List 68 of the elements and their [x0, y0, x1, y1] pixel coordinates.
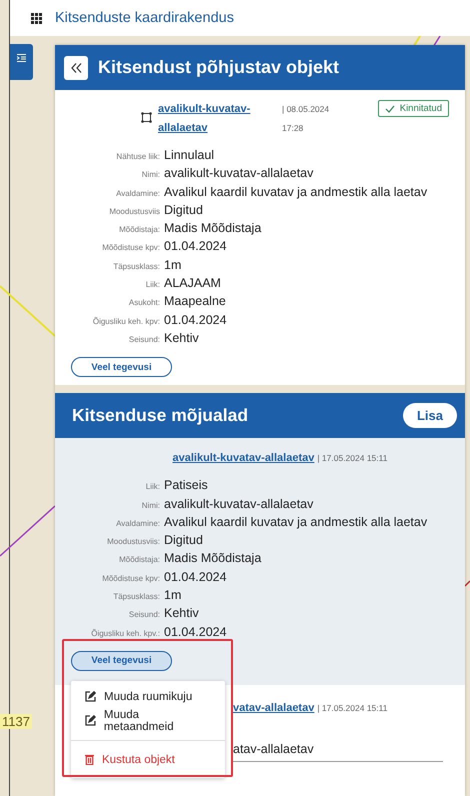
field-label: Seisund:: [128, 334, 160, 344]
more-actions-button[interactable]: Veel tegevusi: [71, 357, 172, 378]
field-label: Mõõdistaja:: [118, 225, 160, 234]
field-label: Nähtuse liik:: [115, 152, 160, 161]
field-label: Täpsusklass:: [112, 592, 160, 602]
field-value: 01.04.2024: [164, 312, 227, 327]
field-value: avalikult-kuvatav-allalaetav: [164, 166, 314, 180]
field-value: Madis Mõõdistaja: [164, 221, 262, 236]
field-value: 1m: [164, 588, 182, 602]
indent-list-icon: [17, 54, 26, 62]
trash-icon: [85, 754, 94, 766]
field-label: Nimi:: [140, 170, 160, 180]
menu-item[interactable]: Muuda metaandmeid: [71, 708, 225, 733]
check-icon: [384, 104, 395, 112]
double-chevron-left-icon: [70, 62, 82, 72]
zone-link[interactable]: vatav-allalaetav: [233, 698, 314, 718]
field-value: Avalikul kaardil kuvatav ja andmestik alla laetav: [164, 514, 428, 529]
field-label: Avaldamine:: [115, 518, 160, 528]
edit-icon: [85, 715, 96, 726]
timestamp: | 08.05.2024 17:28: [282, 103, 330, 135]
more-actions-button[interactable]: Veel tegevusi: [71, 650, 172, 671]
field-value: Madis Mõõdistaja: [164, 551, 262, 566]
field-label: Liik:: [144, 280, 160, 290]
app-title[interactable]: Kitsenduste kaardirakendus: [55, 10, 234, 26]
field-value: ALAJAAM: [164, 276, 221, 290]
field-label: Õigusliku keh. kpv:: [92, 316, 160, 326]
app-grid-icon[interactable]: [31, 12, 42, 24]
field-value: Patiseis: [164, 478, 208, 492]
field-label: Moodustusviis: [108, 206, 160, 216]
field-label: Moodustusviis:: [106, 537, 160, 546]
field-label: Mõõdistuse kpv:: [101, 243, 160, 252]
menu-item[interactable]: Kustuta objekt: [71, 748, 225, 772]
field-value: Maapealne: [164, 294, 226, 308]
field-label: Asukoht:: [128, 298, 160, 308]
status-text: Kinnitatud: [400, 103, 442, 114]
field-value: Digitud: [164, 202, 203, 217]
map-label: 1137: [0, 714, 32, 729]
object-link[interactable]: avalikult-kuvatav-allalaetav: [158, 100, 276, 138]
field-label: Avaldamine:: [115, 188, 160, 198]
field-value: Digitud: [164, 533, 203, 548]
edit-icon: [85, 691, 96, 702]
field-value: Linnulaul: [164, 148, 214, 162]
field-value: Kehtiv: [164, 330, 199, 345]
timestamp: | 17.05.2024 15:11: [317, 453, 388, 464]
field-label: Mõõdistaja:: [118, 555, 160, 564]
add-button[interactable]: Lisa: [402, 403, 457, 428]
field-label: Täpsusklass:: [112, 262, 160, 271]
field-label: Nimi:: [140, 500, 160, 510]
timestamp: | 17.05.2024 15:11: [317, 702, 388, 715]
field-value: 1m: [164, 258, 182, 272]
field-value: Kehtiv: [164, 606, 199, 620]
sidebar-toggle[interactable]: [10, 44, 33, 80]
field-value: Avalikul kaardil kuvatav ja andmestik alla laetav: [164, 184, 428, 199]
field-value: atav-allalaetav: [233, 742, 443, 762]
collapse-button[interactable]: [64, 56, 88, 80]
section-title: Kitsenduse mõjualad: [72, 405, 248, 426]
field-value: avalikult-kuvatav-allalaetav: [164, 496, 314, 511]
field-label: Mõõdistuse kpv:: [101, 574, 160, 583]
field-value: 01.04.2024: [164, 239, 227, 254]
field-label: Õigusliku keh. kpv.:: [90, 628, 160, 638]
field-label: Liik:: [144, 482, 160, 492]
field-value: 01.04.2024: [164, 624, 227, 639]
field-value: 01.04.2024: [164, 570, 227, 584]
polygon-icon: [141, 112, 152, 123]
menu-item[interactable]: Muuda ruumikuju: [71, 684, 225, 709]
zone-link[interactable]: avalikult-kuvatav-allalaetav: [172, 452, 314, 464]
field-label: Seisund:: [128, 610, 160, 620]
panel-title: Kitsendust põhjustav objekt: [98, 57, 340, 78]
